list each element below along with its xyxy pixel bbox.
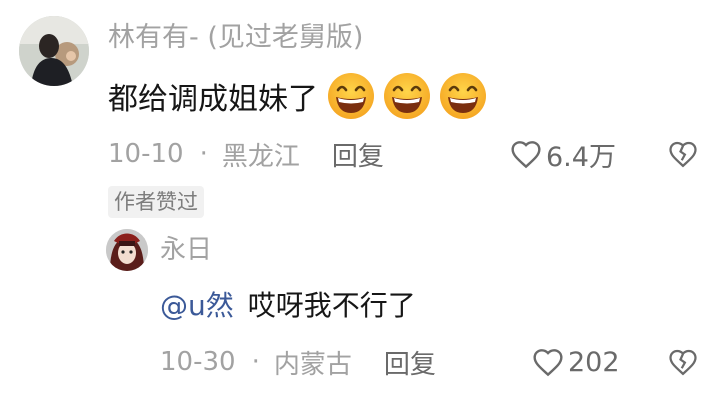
- reply-meta-row: 10-30 · 内蒙古 回复: [160, 342, 436, 382]
- grinning-face-icon: [384, 73, 430, 119]
- broken-heart-icon: [669, 141, 697, 168]
- reply-text-row: @u然 哎呀我不行了: [160, 282, 416, 326]
- avatar[interactable]: [19, 16, 89, 86]
- comment-text-row: 都给调成姐妹了: [108, 70, 488, 122]
- reply-mention-link[interactable]: @u然: [160, 284, 234, 324]
- reply-button[interactable]: 回复: [332, 136, 384, 173]
- heart-icon: [533, 349, 563, 377]
- reply-text: 哎呀我不行了: [247, 289, 416, 322]
- comment-meta-row: 10-10 · 黑龙江 回复: [108, 134, 384, 174]
- emoji-group: [320, 71, 488, 121]
- avatar-photo-icon: [19, 16, 89, 86]
- comment-text: 都给调成姐妹了: [108, 82, 318, 117]
- avatar-anime-icon: [106, 229, 148, 271]
- grinning-face-icon: [440, 73, 486, 119]
- meta-separator: ·: [199, 139, 208, 169]
- meta-separator: ·: [251, 347, 260, 377]
- broken-heart-icon: [669, 349, 697, 376]
- reply-location: 内蒙古: [273, 349, 352, 380]
- dislike-button[interactable]: [668, 137, 698, 171]
- reply-dislike-button[interactable]: [668, 345, 698, 379]
- heart-icon: [511, 141, 541, 169]
- comment-author-name[interactable]: 林有有- (见过老舅版): [108, 20, 363, 56]
- comment-date: 10-10: [108, 139, 184, 169]
- like-count: 6.4万: [546, 141, 616, 173]
- reply-like-button[interactable]: 202: [532, 342, 620, 382]
- comment-location: 黑龙江: [221, 141, 300, 172]
- author-liked-badge: 作者赞过: [108, 186, 204, 218]
- like-button[interactable]: 6.4万: [510, 134, 616, 174]
- reply-like-count: 202: [568, 346, 620, 378]
- reply-avatar[interactable]: [106, 229, 148, 271]
- reply-author-name[interactable]: 永日: [160, 232, 212, 268]
- reply-date: 10-30: [160, 347, 236, 377]
- reply-reply-button[interactable]: 回复: [384, 344, 436, 381]
- grinning-face-icon: [328, 73, 374, 119]
